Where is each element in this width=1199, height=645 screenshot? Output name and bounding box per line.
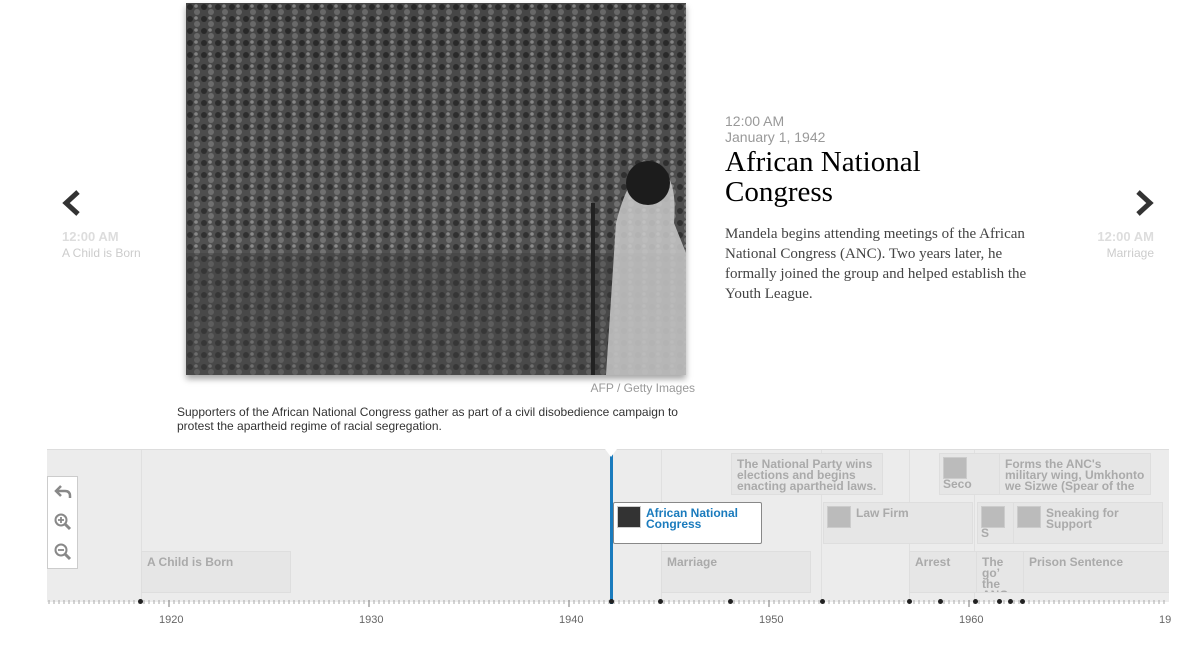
- marker-thumbnail: [943, 457, 967, 479]
- timeline-marker-national-party[interactable]: The National Party wins elections and be…: [731, 453, 883, 495]
- marker-label: Law Firm: [856, 506, 909, 520]
- slide-time: 12:00 AM: [725, 113, 785, 129]
- marker-thumbnail: [1017, 506, 1041, 528]
- timeline-marker-arrest[interactable]: Arrest: [909, 551, 979, 593]
- marker-label: The National Party wins elections and be…: [737, 457, 877, 493]
- timeline-marker-anc[interactable]: African National Congress: [613, 502, 762, 544]
- marker-label: African National Congress: [646, 506, 739, 531]
- marker-label: The go’ the ANC state of: [982, 555, 1008, 592]
- event-dot: [820, 599, 825, 604]
- chevron-right-icon[interactable]: [1128, 188, 1158, 218]
- timeline-panel[interactable]: A Child is Born African National Congres…: [47, 449, 1169, 602]
- timeline-marker-prison[interactable]: Prison Sentence: [1023, 551, 1169, 593]
- timeline-axis: 1920 1930 1940 1950 1960 19: [47, 599, 1172, 645]
- prev-slide-title[interactable]: A Child is Born: [62, 246, 141, 260]
- marker-label: Forms the ANC's military wing, Umkhonto …: [1005, 457, 1145, 493]
- timeline-marker-child[interactable]: A Child is Born: [141, 551, 291, 593]
- timeline-marker-second[interactable]: Seco: [939, 453, 1001, 495]
- back-arrow-icon[interactable]: [53, 482, 73, 502]
- marker-label: Arrest: [915, 555, 951, 569]
- marker-thumbnail: [981, 506, 1005, 528]
- event-dot: [658, 599, 663, 604]
- next-slide-time[interactable]: 12:00 AM: [1060, 229, 1154, 244]
- timeline-marker-sneaking[interactable]: Sneaking for Support: [1013, 502, 1163, 544]
- marker-thumbnail: [827, 506, 851, 528]
- slide-headline: African National Congress: [725, 146, 921, 208]
- axis-label-1920: 1920: [159, 614, 184, 626]
- event-dot: [997, 599, 1002, 604]
- timeline-marker-forms-anc[interactable]: Forms the ANC's military wing, Umkhonto …: [999, 453, 1151, 495]
- marker-label: S: [981, 526, 990, 540]
- photo-caption: Supporters of the African National Congr…: [177, 405, 678, 433]
- prev-slide-time[interactable]: 12:00 AM: [62, 229, 119, 244]
- timeline-controls: [47, 476, 78, 569]
- slide-body: Mandela begins attending meetings of the…: [725, 226, 1027, 302]
- event-dot: [973, 599, 978, 604]
- marker-label: Seco: [943, 477, 972, 491]
- zoom-in-icon[interactable]: [53, 512, 73, 532]
- photo-credit: AFP / Getty Images: [590, 381, 695, 395]
- event-dot: [938, 599, 943, 604]
- timeline-marker-small[interactable]: S: [977, 502, 1017, 544]
- current-time-pointer: [605, 449, 617, 457]
- marker-label: A Child is Born: [147, 555, 234, 569]
- axis-label-1930: 1930: [359, 614, 384, 626]
- event-dot: [1020, 599, 1025, 604]
- slide-date: January 1, 1942: [725, 129, 826, 145]
- timeline-marker-gov[interactable]: The go’ the ANC state of: [976, 551, 1026, 593]
- zoom-out-icon[interactable]: [53, 542, 73, 562]
- event-photo: [186, 3, 686, 375]
- next-slide-title[interactable]: Marriage: [1060, 246, 1154, 260]
- marker-label: Marriage: [667, 555, 718, 569]
- axis-label-1940: 1940: [559, 614, 584, 626]
- event-dot: [728, 599, 733, 604]
- event-dot: [609, 599, 614, 604]
- axis-label-1950: 1950: [759, 614, 784, 626]
- timeline-marker-marriage[interactable]: Marriage: [661, 551, 811, 593]
- event-dot: [1008, 599, 1013, 604]
- marker-thumbnail: [617, 506, 641, 528]
- timeline-marker-law-firm[interactable]: Law Firm: [823, 502, 973, 544]
- axis-label-1970: 19: [1159, 614, 1172, 626]
- axis-label-1960: 1960: [959, 614, 984, 626]
- chevron-left-icon[interactable]: [58, 188, 88, 218]
- event-dot: [138, 599, 143, 604]
- marker-label: Prison Sentence: [1029, 555, 1124, 569]
- marker-label: Sneaking for Support: [1046, 506, 1119, 531]
- current-time-indicator: [610, 449, 613, 604]
- event-dot: [907, 599, 912, 604]
